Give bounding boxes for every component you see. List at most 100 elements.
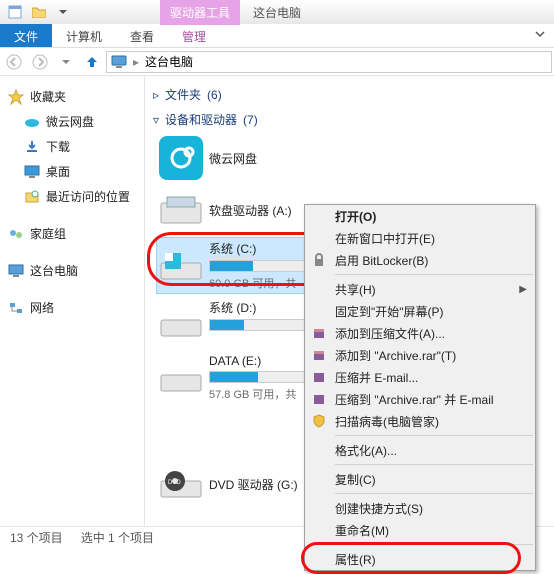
homegroup-icon: [8, 226, 24, 242]
separator: [335, 493, 533, 494]
tab-manage[interactable]: 管理: [168, 24, 220, 47]
ribbon-expand-icon[interactable]: [526, 24, 554, 47]
thispc-icon: [111, 55, 127, 69]
group-devices-label: 设备和驱动器: [165, 111, 237, 128]
qat-newfolder-icon[interactable]: [28, 2, 50, 22]
qat-properties-icon[interactable]: [4, 2, 26, 22]
tab-view[interactable]: 查看: [116, 24, 168, 47]
separator: [335, 435, 533, 436]
ribbon-contextual-tab[interactable]: 驱动器工具: [160, 0, 240, 25]
group-devices-header[interactable]: ▿ 设备和驱动器 (7): [153, 109, 554, 134]
nav-back-button[interactable]: [2, 50, 26, 74]
nav-homegroup-label: 家庭组: [30, 225, 66, 242]
separator: [335, 544, 533, 545]
ctx-open[interactable]: 打开(O): [305, 205, 535, 227]
ctx-pin-start[interactable]: 固定到"开始"屏幕(P): [305, 300, 535, 322]
nav-forward-button[interactable]: [28, 50, 52, 74]
separator: [335, 274, 533, 275]
group-folders-label: 文件夹: [165, 86, 201, 103]
hdd-icon: [159, 244, 203, 288]
floppy-drive-icon: [159, 188, 203, 232]
drive-d[interactable]: 系统 (D:) 8.4: [157, 297, 327, 348]
ctx-add-named-archive[interactable]: 添加到 "Archive.rar"(T): [305, 344, 535, 366]
chevron-down-icon: ▿: [153, 113, 159, 127]
ctx-rename[interactable]: 重命名(M): [305, 519, 535, 541]
window-title: 这台电脑: [253, 4, 301, 21]
tab-file[interactable]: 文件: [0, 24, 52, 47]
nav-weiyun[interactable]: 微云网盘: [6, 109, 138, 134]
dvd-drive-icon: DVD: [159, 462, 203, 506]
weiyun-drive-icon: [159, 136, 203, 180]
winrar-icon: [311, 325, 327, 341]
hdd-icon: [159, 410, 203, 454]
shield-icon: [311, 413, 327, 429]
context-menu: 打开(O) 在新窗口中打开(E) 启用 BitLocker(B) 共享(H)▶ …: [304, 204, 536, 571]
nav-history-dropdown[interactable]: [54, 50, 78, 74]
recent-icon: [24, 189, 40, 205]
nav-favorites-label: 收藏夹: [30, 88, 66, 105]
nav-favorites[interactable]: 收藏夹: [6, 84, 138, 109]
bitlocker-icon: [311, 252, 327, 268]
ctx-add-archive[interactable]: 添加到压缩文件(A)...: [305, 322, 535, 344]
group-devices-count: (7): [243, 113, 258, 127]
ctx-create-shortcut[interactable]: 创建快捷方式(S): [305, 497, 535, 519]
group-folders-count: (6): [207, 88, 222, 102]
ctx-scan-virus[interactable]: 扫描病毒(电脑管家): [305, 410, 535, 432]
quick-access-toolbar: [0, 2, 74, 22]
breadcrumb-location[interactable]: 这台电脑: [145, 53, 193, 70]
ctx-properties[interactable]: 属性(R): [305, 548, 535, 570]
nav-desktop-label: 桌面: [46, 163, 70, 180]
drive-c[interactable]: 系统 (C:) 60.0 GB 可用，共: [157, 238, 327, 293]
nav-up-button[interactable]: [80, 50, 104, 74]
svg-text:DVD: DVD: [168, 480, 181, 486]
annotation-highlight-properties: [301, 542, 521, 574]
winrar-icon: [311, 369, 327, 385]
nav-downloads[interactable]: 下载: [6, 134, 138, 159]
nav-recent[interactable]: 最近访问的位置: [6, 184, 138, 209]
nav-network-label: 网络: [30, 299, 54, 316]
ctx-compress-email[interactable]: 压缩并 E-mail...: [305, 366, 535, 388]
ribbon-tabs: 文件 计算机 查看 管理: [0, 24, 554, 48]
status-selected-count: 选中 1 个项目: [81, 529, 154, 546]
nav-recent-label: 最近访问的位置: [46, 188, 130, 205]
cloud-icon: [24, 114, 40, 130]
desktop-icon: [24, 164, 40, 180]
status-item-count: 13 个项目: [10, 529, 63, 546]
ctx-compress-named-email[interactable]: 压缩到 "Archive.rar" 并 E-mail: [305, 388, 535, 410]
drive-f[interactable]: 7.7: [157, 408, 327, 456]
navigation-pane: 收藏夹 微云网盘 下载 桌面 最近访问的位置 家庭组 这台电脑: [0, 76, 145, 526]
hdd-icon: [159, 356, 203, 400]
hdd-icon: [159, 301, 203, 345]
nav-homegroup[interactable]: 家庭组: [6, 221, 138, 246]
chevron-right-icon: ▹: [153, 88, 159, 102]
download-icon: [24, 139, 40, 155]
tab-computer[interactable]: 计算机: [52, 24, 116, 47]
star-icon: [8, 89, 24, 105]
title-bar: 驱动器工具 这台电脑: [0, 0, 554, 24]
ctx-format[interactable]: 格式化(A)...: [305, 439, 535, 461]
nav-downloads-label: 下载: [46, 138, 70, 155]
ctx-open-new-window[interactable]: 在新窗口中打开(E): [305, 227, 535, 249]
pc-icon: [8, 263, 24, 279]
drive-g[interactable]: DVD DVD 驱动器 (G:): [157, 460, 327, 508]
winrar-icon: [311, 347, 327, 363]
group-folders-header[interactable]: ▹ 文件夹 (6): [153, 84, 554, 109]
nav-weiyun-label: 微云网盘: [46, 113, 94, 130]
nav-desktop[interactable]: 桌面: [6, 159, 138, 184]
nav-thispc[interactable]: 这台电脑: [6, 258, 138, 283]
ctx-bitlocker[interactable]: 启用 BitLocker(B): [305, 249, 535, 271]
nav-network[interactable]: 网络: [6, 295, 138, 320]
winrar-icon: [311, 391, 327, 407]
ctx-copy[interactable]: 复制(C): [305, 468, 535, 490]
drive-e[interactable]: DATA (E:) 57.8 GB 可用，共: [157, 352, 327, 404]
address-box[interactable]: ▸ 这台电脑: [106, 51, 552, 73]
drive-weiyun[interactable]: 微云网盘: [157, 134, 327, 182]
nav-thispc-label: 这台电脑: [30, 262, 78, 279]
separator: [335, 464, 533, 465]
network-icon: [8, 300, 24, 316]
qat-dropdown-icon[interactable]: [52, 2, 74, 22]
address-bar: ▸ 这台电脑: [0, 48, 554, 76]
ctx-share[interactable]: 共享(H)▶: [305, 278, 535, 300]
drive-floppy[interactable]: 软盘驱动器 (A:): [157, 186, 327, 234]
submenu-arrow-icon: ▶: [519, 284, 527, 295]
